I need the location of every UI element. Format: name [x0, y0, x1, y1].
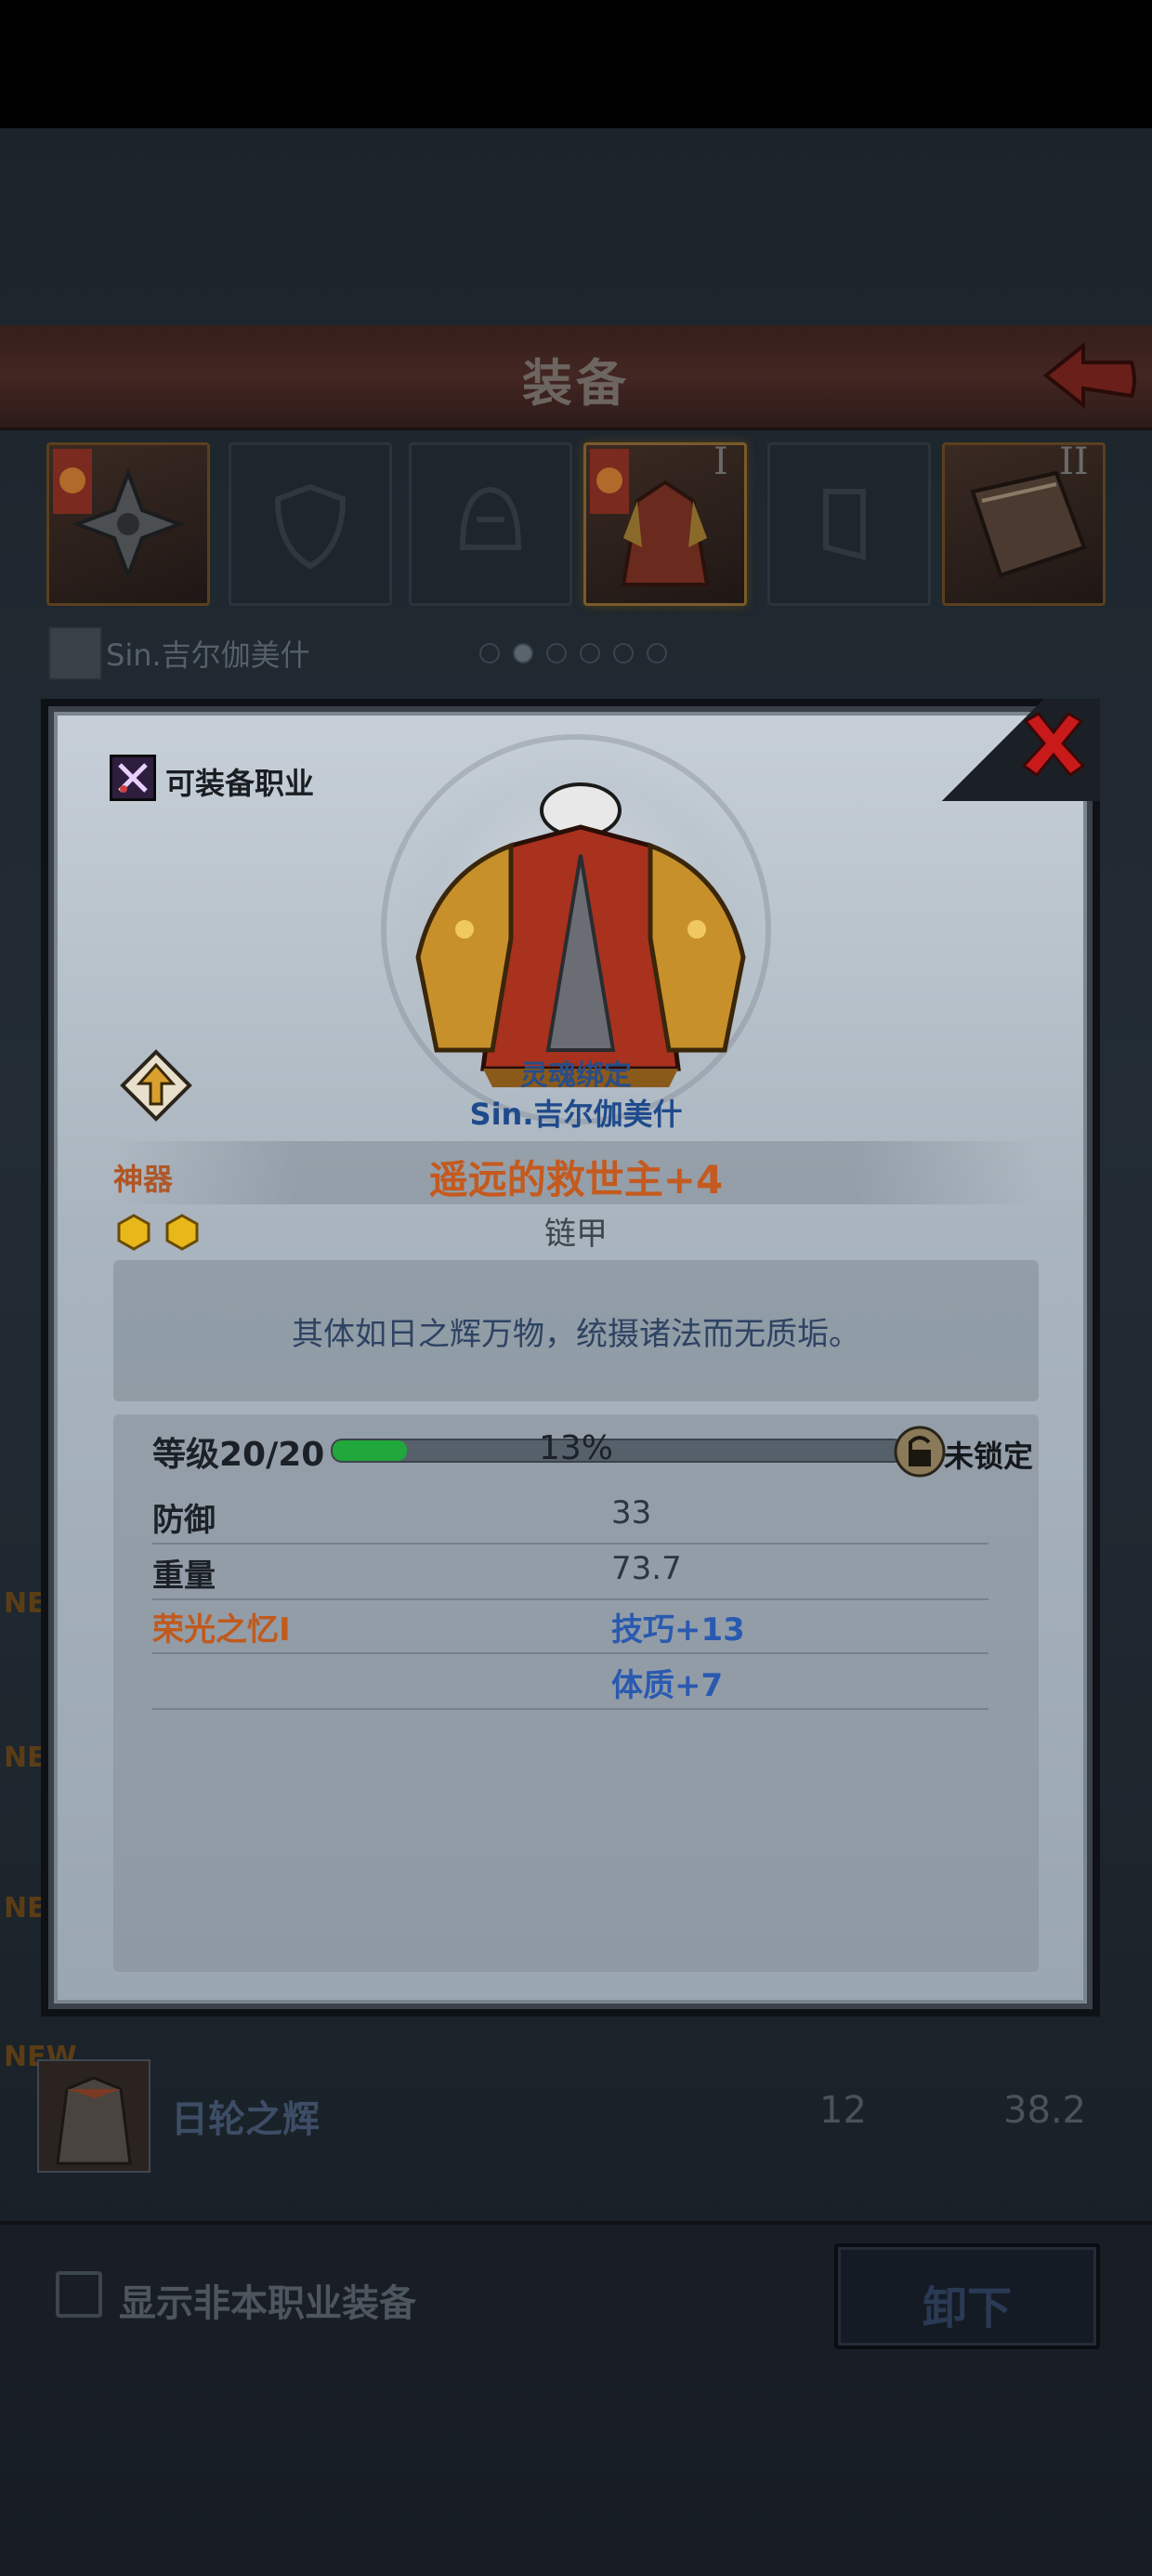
stat-label-defense: 防御: [152, 1502, 216, 1539]
description-box: 其体如日之辉万物，统摄诸法而无质垢。: [113, 1260, 1039, 1401]
level-row: 等级20/20 13% 未锁定: [113, 1414, 1039, 1489]
top-black-bar: [0, 0, 1152, 128]
page-title: 装备: [522, 354, 630, 413]
item-weight: 38.2: [1003, 2089, 1087, 2132]
lock-status: 未锁定: [944, 1439, 1034, 1474]
stat-label-weight: 重量: [152, 1557, 216, 1595]
show-non-class-label: 显示非本职业装备: [119, 2282, 416, 2325]
equippable-jobs-label: 可装备职业: [165, 766, 315, 801]
armor-portrait-icon: [415, 782, 746, 1087]
page-dot-6[interactable]: [647, 643, 667, 664]
list-item[interactable]: 日轮之辉 12 38.2: [37, 2056, 1115, 2176]
upgrade-icon[interactable]: [119, 1048, 193, 1123]
stat-value-weight: 73.7: [611, 1550, 682, 1587]
class-icon[interactable]: [110, 755, 156, 801]
close-icon[interactable]: [1016, 706, 1091, 781]
character-avatar[interactable]: [48, 626, 102, 680]
page-dot-5[interactable]: [613, 643, 634, 664]
boots-icon: [823, 489, 866, 560]
item-thumbnail: [37, 2059, 151, 2173]
page-dot-3[interactable]: [546, 643, 567, 664]
equip-slot-weapon[interactable]: [46, 442, 210, 606]
set-bonus-name: 荣光之忆I: [152, 1611, 291, 1649]
slot-tier-2: II: [1059, 440, 1089, 483]
page-dot-4[interactable]: [580, 643, 600, 664]
unequip-label: 卸下: [922, 2282, 1012, 2334]
unequip-button[interactable]: 卸下: [834, 2243, 1100, 2349]
character-name: Sin.吉尔伽美什: [106, 637, 310, 673]
stat-value-defense: 33: [611, 1494, 652, 1531]
chainmail-icon: [56, 2076, 132, 2165]
equip-slot-shield[interactable]: [229, 442, 392, 606]
lock-icon[interactable]: [894, 1426, 946, 1478]
stats-box: 等级20/20 13% 未锁定 防御 33 重量 73.7 荣光之忆I 技巧+1…: [113, 1414, 1039, 1972]
shuriken-weapon-icon: [53, 449, 185, 581]
set-bonus-value: 技巧+13: [611, 1611, 745, 1649]
item-level: 12: [819, 2089, 867, 2132]
stat-row: 重量 73.7: [152, 1544, 988, 1600]
page-dot-1[interactable]: [479, 643, 500, 664]
back-arrow-icon[interactable]: [1039, 338, 1141, 413]
set-bonus-row: 荣光之忆I 技巧+13: [152, 1598, 988, 1654]
stat-row: 防御 33: [152, 1489, 988, 1544]
equip-slot-boots[interactable]: [767, 442, 931, 606]
equip-slot-helmet[interactable]: [409, 442, 572, 606]
item-title: 遥远的救世主+4: [428, 1157, 724, 1203]
item-type: 链甲: [544, 1216, 608, 1253]
item-description: 其体如日之辉万物，统摄诸法而无质垢。: [292, 1316, 860, 1353]
shield-icon: [274, 483, 347, 570]
slot-tier-1: I: [713, 440, 728, 483]
crossed-swords-icon: [118, 763, 148, 793]
item-name: 日轮之辉: [171, 2098, 320, 2141]
show-non-class-checkbox[interactable]: [56, 2271, 102, 2318]
set-bonus-value: 体质+7: [611, 1667, 724, 1704]
page-dot-2-active[interactable]: [513, 643, 533, 664]
character-row: Sin.吉尔伽美什: [41, 623, 1109, 682]
set-bonus-row: 体质+7: [152, 1654, 988, 1710]
helmet-icon: [459, 486, 522, 550]
